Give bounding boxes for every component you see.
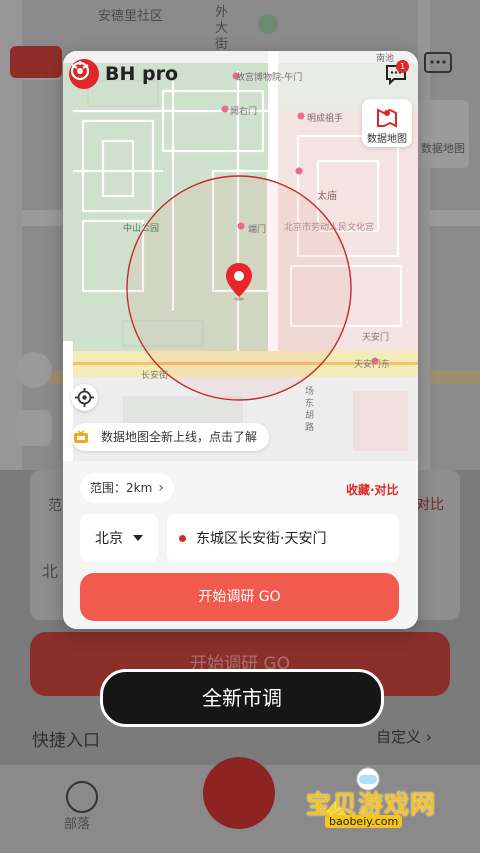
bg-tv-button <box>16 410 52 446</box>
map-label-tiananmen-east: 天安门东 <box>354 360 391 370</box>
map-label-street: 长安街 <box>141 371 169 381</box>
bg-datamap-button: 数据地图 <box>417 100 469 168</box>
watermark: 宝贝游戏网 baobeiy.com <box>303 757 453 837</box>
bg-shortcut-title: 快捷入口 <box>32 731 100 751</box>
map-label-temple: 太庙 <box>317 191 337 202</box>
start-research-button[interactable]: 开始调研 GO <box>80 573 399 621</box>
location-dot-icon <box>179 534 186 542</box>
brand-logo-icon <box>69 59 99 89</box>
favorite-compare-link[interactable]: 收藏·对比 <box>346 481 399 498</box>
map-label-road: 场东胡路 <box>305 387 315 433</box>
data-map-button[interactable]: 数据地图 <box>362 99 412 147</box>
crosshair-icon <box>75 388 94 407</box>
intro-modal: 故宫博物院-午门 阙右门 明成祖手 南池 中山公园 太庙 端门 北京市劳动人民文… <box>63 51 418 629</box>
bg-logo <box>10 46 62 78</box>
map-view[interactable]: 故宫博物院-午门 阙右门 明成祖手 南池 中山公园 太庙 端门 北京市劳动人民文… <box>63 51 418 461</box>
map-label-gate-3: 明成祖手 <box>307 114 344 124</box>
bg-street-label-2: 外大街 <box>215 5 229 52</box>
brand-header: BH pro <box>69 59 179 89</box>
location-pin-icon <box>224 261 254 301</box>
unread-badge: 1 <box>396 60 409 73</box>
map-label-gate-4: 端门 <box>248 225 267 235</box>
map-label-gate: 故宫博物院-午门 <box>236 73 303 83</box>
bg-customize: 自定义 › <box>376 728 432 746</box>
bg-center-logo <box>203 757 275 829</box>
range-selector[interactable]: 范围：2km › <box>80 473 174 503</box>
planet-icon <box>66 781 98 813</box>
chevron-right-icon: › <box>158 480 164 496</box>
caret-down-icon <box>133 535 143 541</box>
brand-name: BH pro <box>105 63 179 85</box>
bg-locate-button <box>16 352 52 388</box>
map-label-tiananmen: 天安门 <box>362 333 390 343</box>
bg-message-icon <box>422 50 454 78</box>
address-field[interactable]: 东城区长安街·天安门 <box>167 514 399 562</box>
bg-street-label: 安德里社区 <box>98 9 164 24</box>
city-selector[interactable]: 北京 <box>80 514 158 562</box>
tv-icon <box>73 430 89 444</box>
locate-button[interactable] <box>71 384 98 411</box>
notice-banner[interactable]: 数据地图全新上线，点击了解 <box>71 423 270 451</box>
new-feature-toast: 全新市调 <box>100 669 384 727</box>
map-label-park: 中山公园 <box>123 224 160 234</box>
map-label-palace: 北京市劳动人民文化宫 <box>284 223 375 233</box>
map-label-gate-2: 阙右门 <box>230 107 258 117</box>
